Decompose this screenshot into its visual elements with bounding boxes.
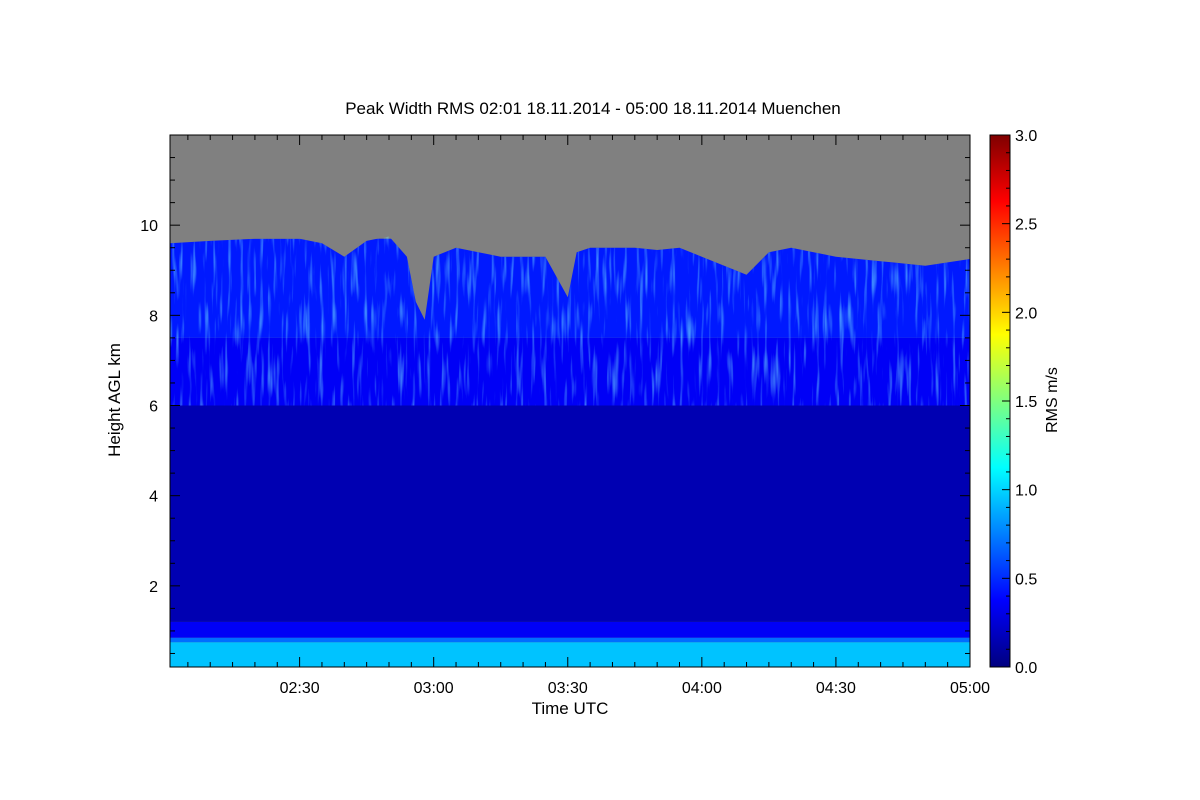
rms-band-3 xyxy=(170,405,970,622)
x-tick-label: 03:00 xyxy=(414,680,454,697)
chart: Peak Width RMS 02:01 18.11.2014 - 05:00 … xyxy=(105,99,1061,718)
colorbar: 0.0 0.5 1.0 1.5 2.0 2.5 3.0 RMS m/s xyxy=(989,128,1061,677)
rms-band-2 xyxy=(170,621,970,638)
plot-area xyxy=(170,135,970,667)
chart-title: Peak Width RMS 02:01 18.11.2014 - 05:00 … xyxy=(345,99,841,118)
y-tick-label: 8 xyxy=(149,308,158,325)
rms-band-1 xyxy=(170,637,970,643)
x-tick-label: 04:00 xyxy=(682,680,722,697)
colorbar-tick-label: 2.0 xyxy=(1015,305,1037,322)
colorbar-tick-label: 0.0 xyxy=(1015,660,1037,677)
colorbar-tick-label: 3.0 xyxy=(1015,128,1037,145)
x-tick-label: 04:30 xyxy=(816,680,856,697)
colorbar-tick-label: 1.0 xyxy=(1015,483,1037,500)
colorbar-label: RMS m/s xyxy=(1044,367,1061,433)
x-tick-label: 05:00 xyxy=(950,680,990,697)
x-axis-label: Time UTC xyxy=(532,699,609,718)
y-tick-label: 4 xyxy=(149,489,158,506)
y-tick-label: 2 xyxy=(149,579,158,596)
colorbar-tick-label: 0.5 xyxy=(1015,571,1037,588)
x-tick-label: 03:30 xyxy=(548,680,588,697)
y-tick-label: 6 xyxy=(149,399,158,416)
colorbar-tick-label: 1.5 xyxy=(1015,394,1037,411)
x-tick-label: 02:30 xyxy=(280,680,320,697)
colorbar-tick-label: 2.5 xyxy=(1015,217,1037,234)
rms-band-0 xyxy=(170,642,970,667)
y-tick-label: 10 xyxy=(140,218,158,235)
y-axis-label: Height AGL km xyxy=(105,343,124,457)
